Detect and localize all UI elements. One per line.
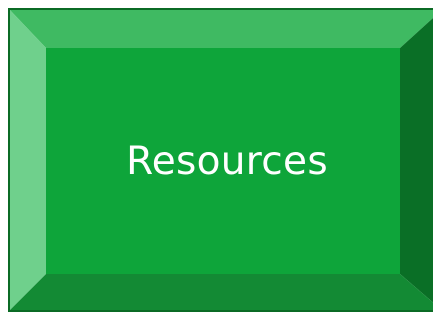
- right-bevel: [400, 18, 433, 303]
- button-label: Resources: [126, 138, 328, 184]
- top-bevel: [8, 8, 433, 48]
- bottom-bevel: [8, 274, 433, 312]
- left-bevel: [8, 8, 46, 312]
- resources-button[interactable]: Resources: [8, 8, 433, 312]
